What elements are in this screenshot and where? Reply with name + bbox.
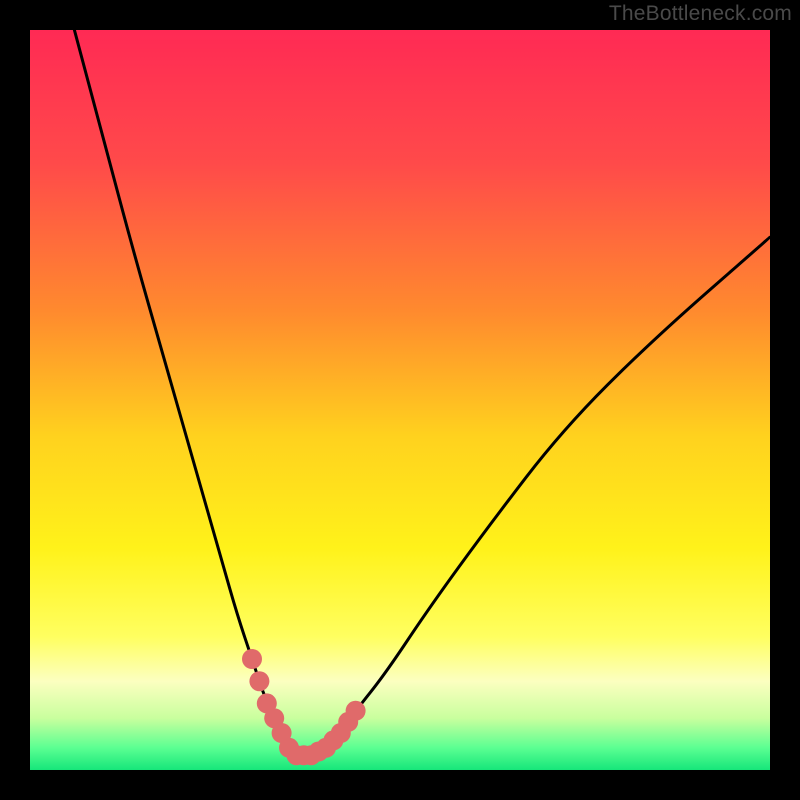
chart-frame: TheBottleneck.com — [0, 0, 800, 800]
marker-dot — [346, 701, 366, 721]
gradient-background — [30, 30, 770, 770]
watermark-text: TheBottleneck.com — [609, 2, 792, 26]
chart-svg — [30, 30, 770, 770]
marker-dot — [242, 649, 262, 669]
marker-dot — [249, 671, 269, 691]
plot-area — [30, 30, 770, 770]
